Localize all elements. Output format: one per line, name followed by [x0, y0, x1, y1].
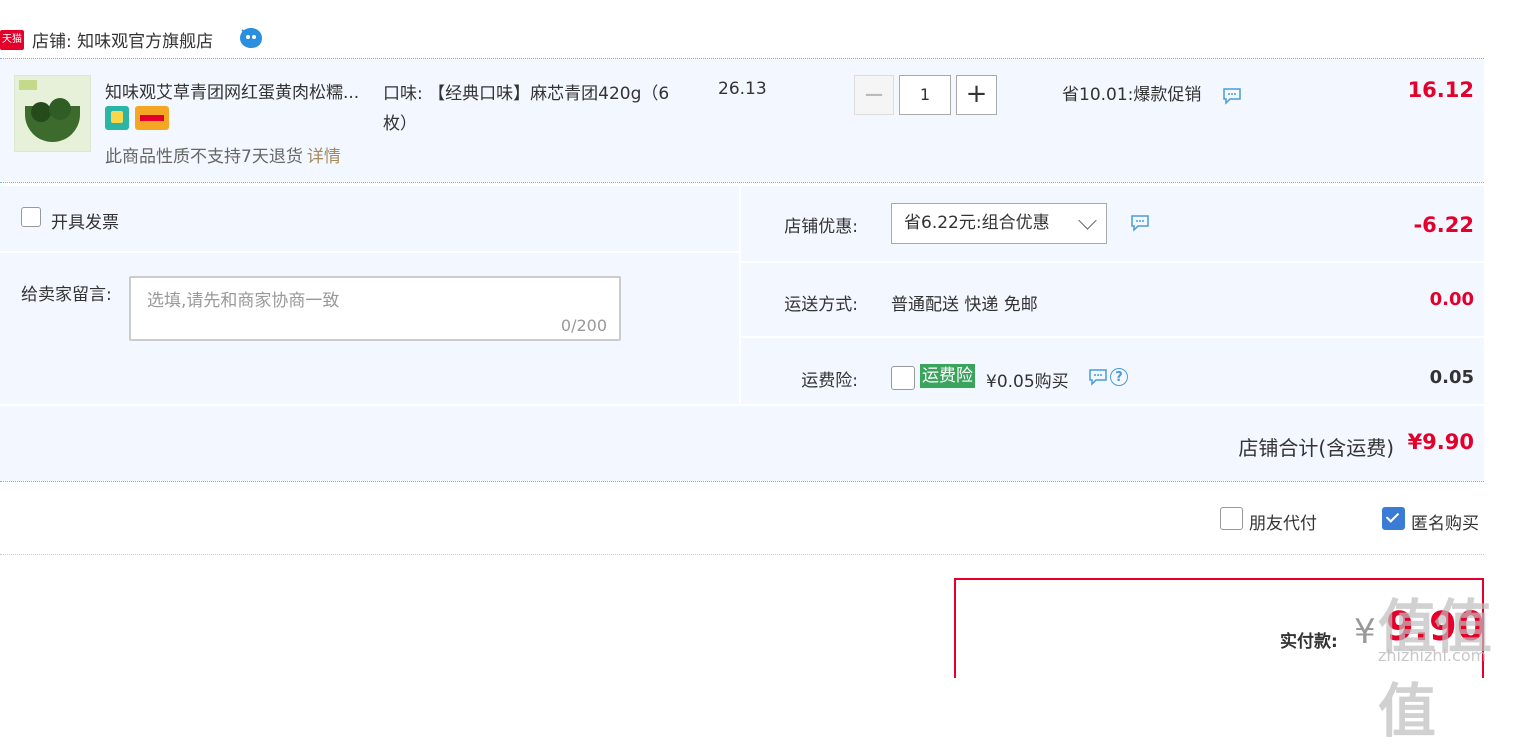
- credit-card-badge-icon: [135, 106, 169, 130]
- seller-message-input[interactable]: [131, 278, 619, 339]
- product-flavor: 口味: 【经典口味】麻芯青团420g（6枚）: [383, 84, 670, 134]
- quantity-input[interactable]: 1: [899, 75, 951, 115]
- service-badge-icon: [105, 106, 129, 130]
- seller-message-label: 给卖家留言:: [21, 285, 112, 305]
- chevron-down-icon: [1078, 211, 1097, 230]
- divider: [0, 182, 1484, 183]
- insurance-tag: 运费险: [920, 364, 975, 388]
- friend-pay-label: 朋友代付: [1249, 514, 1317, 534]
- insurance-comment-icon[interactable]: [1088, 368, 1108, 386]
- divider: [0, 481, 1484, 482]
- friend-pay-checkbox[interactable]: [1220, 507, 1243, 530]
- no-return-notice: 此商品性质不支持7天退货 详情: [105, 142, 341, 167]
- no-return-text: 此商品性质不支持7天退货: [105, 147, 303, 167]
- anonymous-purchase-checkbox[interactable]: [1382, 507, 1405, 530]
- help-icon[interactable]: ?: [1110, 368, 1128, 386]
- shipping-method: 普通配送 快递 免邮: [891, 295, 1038, 315]
- insurance-price: ¥0.05购买: [986, 372, 1069, 392]
- shipping-label: 运送方式:: [784, 295, 858, 315]
- anonymous-purchase-label: 匿名购买: [1411, 514, 1479, 534]
- payment-label: 实付款:: [1280, 632, 1338, 652]
- divider: [0, 251, 739, 253]
- quantity-increase-button[interactable]: +: [956, 75, 997, 115]
- insurance-checkbox[interactable]: [891, 366, 915, 390]
- payment-currency: ¥: [1354, 612, 1376, 652]
- shop-total-value: ¥9.90: [1407, 430, 1474, 454]
- item-subtotal: 16.12: [1407, 78, 1474, 102]
- watermark-url: zhizhizhi.com: [1378, 646, 1487, 665]
- insurance-value: 0.05: [1429, 367, 1474, 388]
- discount-comment-icon[interactable]: [1130, 214, 1150, 232]
- insurance-label: 运费险:: [801, 371, 858, 391]
- tmall-badge: 天猫: [0, 30, 24, 50]
- seller-message-field: 0/200: [129, 276, 621, 341]
- shop-discount-label: 店铺优惠:: [784, 217, 858, 237]
- message-char-count: 0/200: [560, 316, 607, 335]
- shop-name[interactable]: 店铺: 知味观官方旗舰店: [32, 27, 213, 52]
- product-thumbnail[interactable]: [14, 75, 91, 152]
- promotion-text: 省10.01:爆款促销: [1062, 85, 1202, 105]
- promo-comment-icon[interactable]: [1222, 87, 1242, 105]
- quantity-decrease-button[interactable]: −: [854, 75, 894, 115]
- invoice-label: 开具发票: [51, 213, 119, 233]
- shop-total-label: 店铺合计(含运费): [1238, 436, 1394, 460]
- divider: [0, 554, 1484, 555]
- shop-discount-selected: 省6.22元:组合优惠: [904, 213, 1050, 233]
- shipping-value: 0.00: [1429, 289, 1474, 310]
- unit-price: 26.13: [718, 79, 767, 99]
- wangwang-chat-icon[interactable]: [238, 26, 264, 50]
- shop-discount-value: -6.22: [1413, 213, 1474, 237]
- detail-link[interactable]: 详情: [307, 147, 341, 167]
- invoice-checkbox[interactable]: [21, 207, 41, 227]
- product-title-link[interactable]: 知味观艾草青团网红蛋黄肉松糯...: [105, 78, 359, 103]
- shop-discount-select[interactable]: 省6.22元:组合优惠: [891, 203, 1107, 244]
